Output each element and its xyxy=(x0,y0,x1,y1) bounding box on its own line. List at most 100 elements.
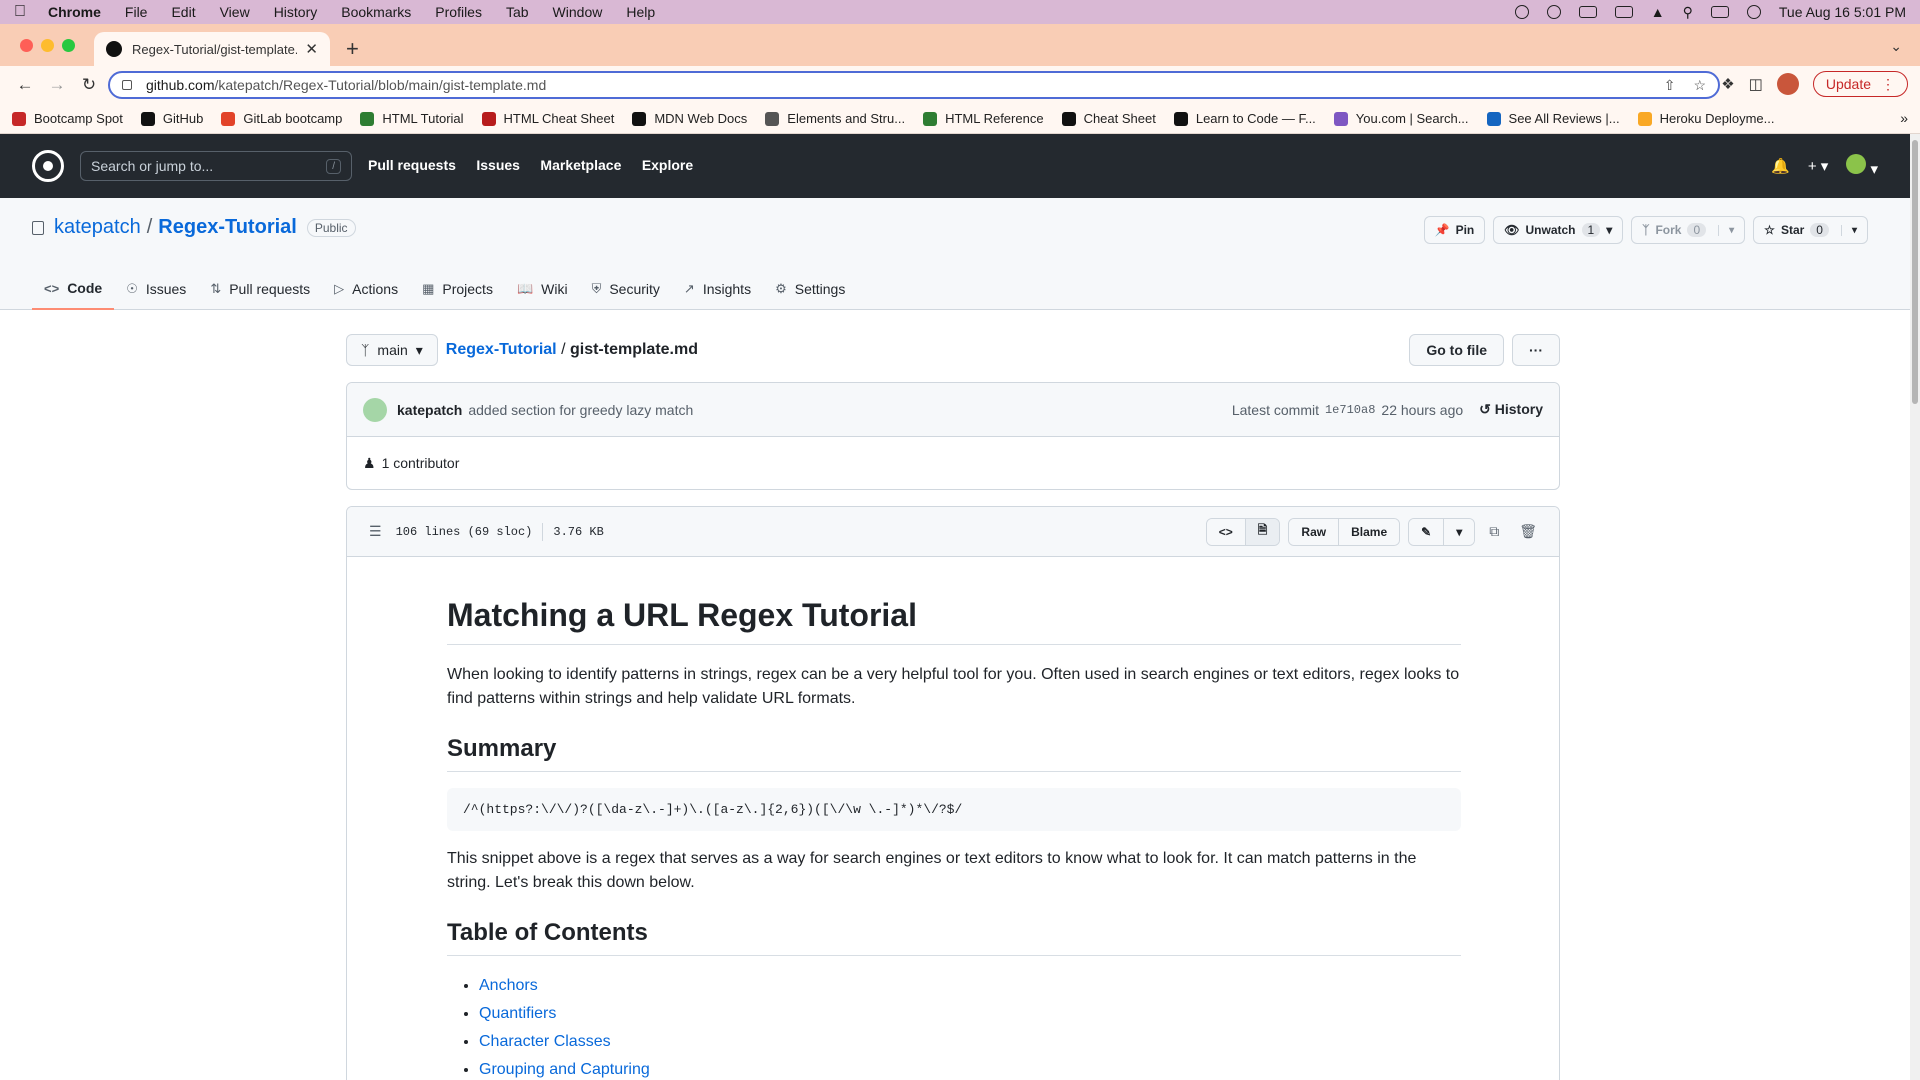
toc-link-grouping[interactable]: Grouping and Capturing xyxy=(479,1061,650,1078)
bookmark-item[interactable]: Bootcamp Spot xyxy=(12,111,123,126)
tab-code[interactable]: <> Code xyxy=(32,268,115,310)
bookmark-item[interactable]: Heroku Deployme... xyxy=(1637,111,1774,126)
bookmark-item[interactable]: HTML Tutorial xyxy=(360,111,464,126)
reload-icon[interactable]: ↻ xyxy=(76,75,102,95)
new-tab-icon[interactable]: + xyxy=(346,36,359,62)
branch-select[interactable]: ᛉ main ▾ xyxy=(346,334,438,366)
more-options-button[interactable]: ··· xyxy=(1512,334,1560,366)
fork-button[interactable]: ᛉ Fork 0 ▾ xyxy=(1631,216,1746,244)
nav-marketplace[interactable]: Marketplace xyxy=(540,157,621,173)
share-icon[interactable]: ⇧ xyxy=(1664,77,1676,94)
breadcrumb-repo-link[interactable]: Regex-Tutorial xyxy=(446,341,557,358)
unwatch-button[interactable]: 👁 Unwatch 1 ▾ xyxy=(1493,216,1624,244)
menu-bookmarks[interactable]: Bookmarks xyxy=(341,4,411,20)
bookmark-item[interactable]: MDN Web Docs xyxy=(632,111,747,126)
rendered-view-button[interactable]: 🗎 xyxy=(1244,518,1280,545)
display-icon[interactable] xyxy=(1578,6,1597,18)
creative-cloud-icon[interactable] xyxy=(1514,5,1529,19)
browser-tab-active[interactable]: Regex-Tutorial/gist-template.m ✕ xyxy=(94,32,330,66)
wifi-icon[interactable]: ▲ xyxy=(1651,4,1665,20)
tab-projects[interactable]: ▦ Projects xyxy=(410,268,505,310)
siri-icon[interactable] xyxy=(1746,5,1761,19)
fork-dropdown-icon[interactable]: ▾ xyxy=(1718,224,1734,236)
bookmark-item[interactable]: Learn to Code — F... xyxy=(1173,111,1316,126)
notifications-bell-icon[interactable]: 🔔 xyxy=(1771,157,1790,175)
bookmarks-overflow-icon[interactable]: » xyxy=(1900,110,1908,126)
side-panel-icon[interactable]: ◫ xyxy=(1749,75,1763,93)
scrollbar-thumb[interactable] xyxy=(1912,140,1918,404)
update-button[interactable]: Update ⋮ xyxy=(1812,71,1908,97)
profile-avatar[interactable] xyxy=(1776,73,1799,95)
copy-icon[interactable]: ⧉ xyxy=(1483,523,1505,540)
close-tab-icon[interactable]: ✕ xyxy=(305,40,318,58)
github-search-input[interactable]: Search or jump to... / xyxy=(80,151,352,181)
bookmark-item[interactable]: HTML Reference xyxy=(923,111,1044,126)
tab-insights[interactable]: ↗ Insights xyxy=(672,268,763,310)
close-window-button[interactable] xyxy=(20,39,33,52)
menubar-clock[interactable]: Tue Aug 16 5:01 PM xyxy=(1779,4,1906,20)
forward-icon[interactable]: → xyxy=(44,75,70,95)
menu-file[interactable]: File xyxy=(125,4,148,20)
github-logo-icon[interactable] xyxy=(32,150,64,182)
outline-list-icon[interactable]: ☰ xyxy=(363,523,388,540)
bookmark-item[interactable]: See All Reviews |... xyxy=(1486,111,1620,126)
nav-explore[interactable]: Explore xyxy=(642,157,693,173)
bookmark-item[interactable]: You.com | Search... xyxy=(1333,111,1469,126)
play-icon[interactable] xyxy=(1546,5,1561,19)
code-view-button[interactable]: <> xyxy=(1206,518,1245,545)
bookmark-item[interactable]: HTML Cheat Sheet xyxy=(481,111,614,126)
tab-search-chevron-icon[interactable]: ⌄ xyxy=(1890,38,1902,55)
raw-button[interactable]: Raw xyxy=(1289,518,1339,545)
bookmark-star-icon[interactable]: ☆ xyxy=(1693,77,1706,94)
repo-name-link[interactable]: Regex-Tutorial xyxy=(158,216,297,239)
go-to-file-button[interactable]: Go to file xyxy=(1409,334,1504,366)
blame-button[interactable]: Blame xyxy=(1338,518,1400,545)
menu-history[interactable]: History xyxy=(274,4,318,20)
tab-pull-requests[interactable]: ⇅ Pull requests xyxy=(198,268,322,310)
menu-profiles[interactable]: Profiles xyxy=(435,4,482,20)
repo-owner-link[interactable]: katepatch xyxy=(54,216,141,239)
menu-edit[interactable]: Edit xyxy=(171,4,195,20)
toc-link-quantifiers[interactable]: Quantifiers xyxy=(479,1005,556,1022)
nav-issues[interactable]: Issues xyxy=(476,157,520,173)
trash-icon[interactable]: 🗑 xyxy=(1513,523,1543,540)
star-button[interactable]: ☆ Star 0 ▾ xyxy=(1753,216,1868,244)
menu-help[interactable]: Help xyxy=(626,4,655,20)
commit-author-link[interactable]: katepatch xyxy=(397,402,462,418)
tab-settings[interactable]: ⚙ Settings xyxy=(763,268,857,310)
bookmark-item[interactable]: GitHub xyxy=(140,111,203,126)
minimize-window-button[interactable] xyxy=(41,39,54,52)
bookmark-item[interactable]: Elements and Stru... xyxy=(765,111,905,126)
commit-message-link[interactable]: added section for greedy lazy match xyxy=(468,402,693,418)
menu-tab[interactable]: Tab xyxy=(506,4,529,20)
lock-icon[interactable] xyxy=(122,80,132,90)
menu-view[interactable]: View xyxy=(220,4,250,20)
bookmark-item[interactable]: Cheat Sheet xyxy=(1061,111,1156,126)
create-new-plus-icon[interactable]: + ▾ xyxy=(1808,157,1828,175)
spotlight-icon[interactable]: ⚲ xyxy=(1683,4,1693,21)
bookmark-item[interactable]: GitLab bootcamp xyxy=(221,111,342,126)
address-bar[interactable]: github.com/katepatch/Regex-Tutorial/blob… xyxy=(108,71,1720,99)
menu-app-chrome[interactable]: Chrome xyxy=(48,4,101,20)
control-center-icon[interactable] xyxy=(1710,6,1729,18)
commit-sha-link[interactable]: 1e710a8 xyxy=(1325,403,1375,417)
history-link[interactable]: ↺ History xyxy=(1479,401,1543,418)
tab-actions[interactable]: ▷ Actions xyxy=(322,268,410,310)
tab-security[interactable]: ⛨ Security xyxy=(580,268,672,310)
menu-window[interactable]: Window xyxy=(553,4,603,20)
page-scrollbar[interactable] xyxy=(1910,134,1920,1080)
edit-dropdown-button[interactable]: ▾ xyxy=(1443,518,1475,545)
back-icon[interactable]: ← xyxy=(12,75,38,95)
toc-link-anchors[interactable]: Anchors xyxy=(479,977,538,994)
contributors-link[interactable]: 1 contributor xyxy=(382,455,460,471)
author-avatar[interactable] xyxy=(363,397,387,422)
toc-link-character-classes[interactable]: Character Classes xyxy=(479,1033,611,1050)
edit-pencil-button[interactable]: ✎ xyxy=(1409,518,1444,545)
star-dropdown-icon[interactable]: ▾ xyxy=(1840,224,1857,236)
user-menu[interactable]: ▾ xyxy=(1846,154,1878,178)
battery-icon[interactable] xyxy=(1614,6,1633,18)
tab-issues[interactable]: ☉ Issues xyxy=(114,268,198,310)
extensions-icon[interactable]: ❖ xyxy=(1721,75,1734,93)
nav-pull-requests[interactable]: Pull requests xyxy=(368,157,456,173)
pin-button[interactable]: 📌 Pin xyxy=(1423,216,1486,244)
